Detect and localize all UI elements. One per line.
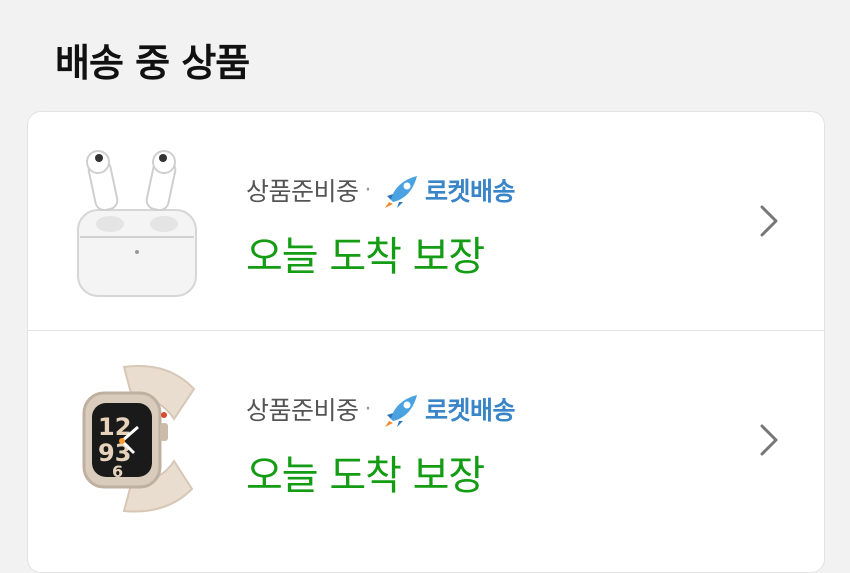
section-title: 배송 중 상품 bbox=[55, 41, 250, 85]
apple-watch-se-product-image: 12 93 6 bbox=[68, 361, 216, 517]
item-status: 상품준비중 bbox=[246, 177, 359, 206]
shipping-item-row[interactable]: 12 93 6 상품준비중 · 로켓배송 오늘 도착 보장 bbox=[28, 331, 824, 549]
shipping-item-row[interactable]: 상품준비중 · 로켓배송 오늘 도착 보장 bbox=[28, 112, 824, 330]
rocket-icon bbox=[385, 176, 418, 208]
chevron-right-icon[interactable] bbox=[756, 204, 782, 238]
svg-text:6: 6 bbox=[112, 462, 123, 481]
meta-separator: · bbox=[364, 396, 372, 422]
rocket-delivery-badge: 로켓배송 bbox=[425, 396, 516, 425]
item-status: 상품준비중 bbox=[246, 396, 359, 425]
item-meta: 상품준비중 · 로켓배송 bbox=[246, 172, 516, 208]
rocket-delivery-badge: 로켓배송 bbox=[425, 177, 516, 206]
meta-separator: · bbox=[364, 177, 372, 203]
rocket-icon bbox=[385, 395, 418, 427]
arrival-guarantee: 오늘 도착 보장 bbox=[246, 234, 485, 280]
item-meta: 상품준비중 · 로켓배송 bbox=[246, 391, 516, 427]
shipping-items-card: 상품준비중 · 로켓배송 오늘 도착 보장 12 93 6 상품준비중 · 로켓… bbox=[27, 111, 825, 573]
chevron-right-icon[interactable] bbox=[756, 423, 782, 457]
arrival-guarantee: 오늘 도착 보장 bbox=[246, 453, 485, 499]
airpods-pro-product-image bbox=[68, 142, 216, 298]
